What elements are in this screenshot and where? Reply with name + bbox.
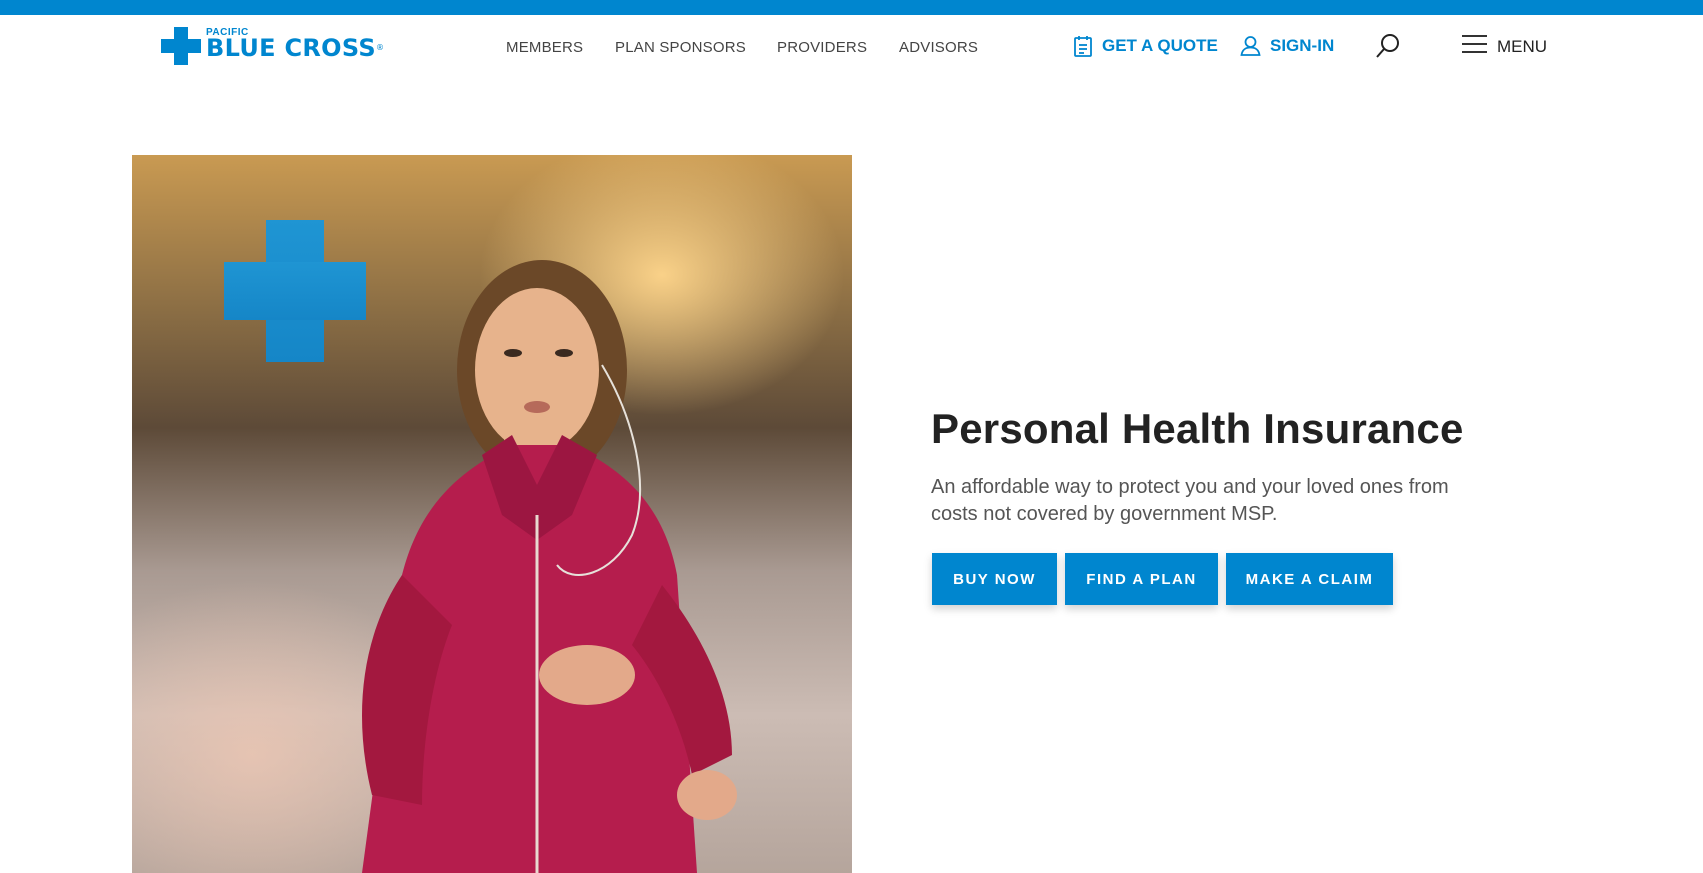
- hero-image-runner: [132, 155, 852, 873]
- menu-button[interactable]: MENU: [1462, 34, 1547, 59]
- nav-members[interactable]: MEMBERS: [506, 39, 583, 56]
- logo-big-text: BLUE CROSS®: [206, 34, 385, 62]
- get-a-quote-link[interactable]: GET A QUOTE: [1073, 35, 1218, 57]
- site-header: PACIFIC BLUE CROSS® MEMBERS PLAN SPONSOR…: [0, 15, 1703, 77]
- blue-cross-overlay-icon: [224, 220, 366, 362]
- make-a-claim-button[interactable]: MAKE A CLAIM: [1226, 553, 1393, 605]
- sign-in-link[interactable]: SIGN-IN: [1240, 35, 1334, 56]
- clipboard-icon: [1073, 35, 1093, 57]
- user-icon: [1240, 35, 1261, 56]
- get-a-quote-label: GET A QUOTE: [1102, 36, 1218, 55]
- hero-subtitle: An affordable way to protect you and you…: [931, 476, 1449, 525]
- top-accent-bar: [0, 0, 1703, 15]
- find-a-plan-button[interactable]: FIND A PLAN: [1065, 553, 1218, 605]
- menu-label: MENU: [1497, 36, 1548, 56]
- nav-advisors[interactable]: ADVISORS: [899, 39, 978, 56]
- search-icon[interactable]: [1374, 32, 1402, 60]
- page-title: Personal Health Insurance: [931, 405, 1464, 452]
- pacific-blue-cross-logo[interactable]: PACIFIC BLUE CROSS®: [161, 27, 411, 67]
- hamburger-icon: [1462, 34, 1487, 59]
- nav-plan-sponsors[interactable]: PLAN SPONSORS: [615, 39, 746, 56]
- nav-providers[interactable]: PROVIDERS: [777, 39, 867, 56]
- buy-now-button[interactable]: BUY NOW: [932, 553, 1057, 605]
- blue-cross-logo-icon: [161, 27, 201, 65]
- sign-in-label: SIGN-IN: [1270, 35, 1335, 55]
